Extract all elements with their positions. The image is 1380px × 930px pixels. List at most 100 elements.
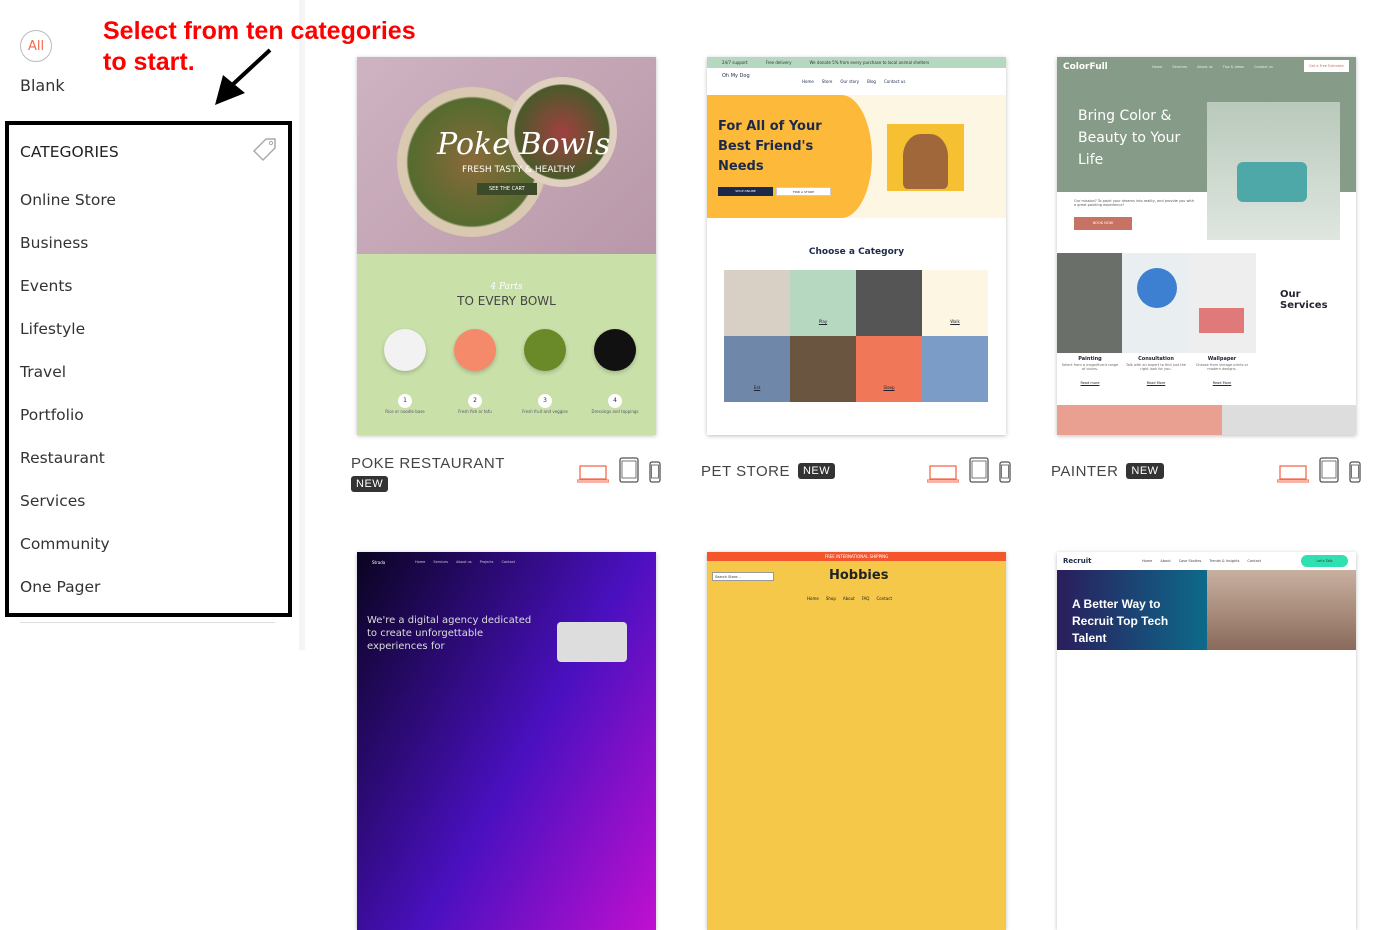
nav-item: Trends & Insights: [1209, 559, 1240, 563]
mobile-preview-icon[interactable]: [1349, 461, 1361, 483]
divider: [20, 622, 275, 623]
nav-item: Projects: [479, 560, 494, 564]
service-link: Read More: [1212, 381, 1232, 385]
category-tile: Eat: [724, 336, 790, 402]
logo: ColorFull: [1063, 62, 1108, 72]
estimate-cta: Get a Free Estimate: [1304, 60, 1349, 72]
annotation-arrow-icon: [215, 48, 272, 105]
find-store: FIND A STORE: [776, 187, 831, 196]
service-title: Consultation: [1138, 356, 1174, 362]
bowl-image: [594, 329, 636, 371]
nav-item: Services: [1172, 65, 1188, 69]
blank-template-link[interactable]: Blank: [20, 76, 65, 95]
hero-subtitle: FRESH TASTY & HEALTHY: [462, 165, 576, 175]
services-title: Our Services: [1280, 289, 1328, 311]
step-label: Rice or noodle base: [385, 409, 425, 414]
nav-item: Home: [415, 560, 426, 564]
nav-item: Services: [433, 560, 449, 564]
nav-item: Contact us: [883, 79, 906, 84]
topbar: FREE INTERNATIONAL SHIPPING: [707, 552, 1006, 561]
nav-item: Blog: [867, 79, 876, 84]
tablet-preview-icon[interactable]: [969, 457, 989, 483]
bowl-image: [384, 329, 426, 371]
topbar-item: Free delivery: [765, 60, 792, 65]
category-tile: Sleep: [856, 336, 922, 402]
category-restaurant[interactable]: Restaurant: [20, 449, 105, 467]
category-services[interactable]: Services: [20, 492, 85, 510]
tablet-preview-icon[interactable]: [619, 457, 639, 483]
category-tile: [856, 270, 922, 336]
hero-text: A Better Way to Recruit Top Tech Talent: [1072, 597, 1169, 645]
category-tile: [790, 336, 856, 402]
categories-panel: CATEGORIES Online Store Business Events Lif…: [5, 121, 292, 617]
tile-label: Eat: [753, 385, 761, 390]
nav-item: Home: [1142, 559, 1153, 563]
template-thumbnail[interactable]: FREE INTERNATIONAL SHIPPING Search Store…: [707, 552, 1006, 930]
section-title: TO EVERY BOWL: [457, 294, 556, 308]
step-label: Fresh fish or tofu: [458, 409, 492, 414]
shop-online: SHOP ONLINE: [718, 187, 773, 196]
nav-item: Contact: [876, 596, 893, 601]
service-desc: Select from a magnificent range of color…: [1061, 363, 1119, 371]
nav-item: Store: [821, 79, 833, 84]
new-badge: NEW: [1126, 463, 1164, 479]
step-number: 2: [468, 394, 482, 408]
bowl-image: [524, 329, 566, 371]
tile-label: Play: [818, 319, 828, 324]
category-one-pager[interactable]: One Pager: [20, 578, 100, 596]
desktop-preview-icon[interactable]: [927, 465, 959, 483]
category-travel[interactable]: Travel: [20, 363, 66, 381]
tile-label: Walk: [950, 319, 960, 324]
section-small: 4 Parts: [490, 282, 523, 292]
nav-item: FAQ: [861, 596, 870, 601]
nav-item: Contact: [501, 560, 516, 564]
categories-title: CATEGORIES: [20, 143, 119, 161]
template-thumbnail[interactable]: Strada Home Services About us Projects Conta…: [357, 552, 656, 930]
device-preview-icons: [577, 457, 661, 483]
desktop-preview-icon[interactable]: [1277, 465, 1309, 483]
template-name: PET STORE: [701, 463, 790, 480]
category-lifestyle[interactable]: Lifestyle: [20, 320, 85, 338]
book-now: BOOK NOW: [1074, 217, 1132, 230]
topbar-item: 24/7 support: [722, 60, 748, 65]
category-community[interactable]: Community: [20, 535, 110, 553]
mission: Our mission? To paint your dreams into r…: [1074, 199, 1194, 207]
template-thumbnail[interactable]: 24/7 support Free delivery We donate 5% fr…: [707, 57, 1006, 435]
tablet-preview-icon[interactable]: [1319, 457, 1339, 483]
step-label: Fresh fruit and veggies: [522, 409, 568, 414]
service-desc: Talk with an expert to find just the rig…: [1126, 363, 1186, 371]
search-box: Search Store...: [712, 572, 774, 581]
category-tile: [724, 270, 790, 336]
section-title: Choose a Category: [808, 247, 905, 257]
all-label: All: [27, 38, 45, 54]
category-business[interactable]: Business: [20, 234, 88, 252]
template-thumbnail[interactable]: Poke Bowls FRESH TASTY & HEALTHY SEE THE…: [357, 57, 656, 435]
nav-item: Our story: [840, 79, 860, 84]
step-number: 4: [608, 394, 622, 408]
mobile-preview-icon[interactable]: [999, 461, 1011, 483]
category-online-store[interactable]: Online Store: [20, 191, 116, 209]
category-events[interactable]: Events: [20, 277, 72, 295]
all-templates-button[interactable]: All: [20, 30, 52, 62]
template-thumbnail[interactable]: ColorFull Home Services About us Tips & Ide…: [1057, 57, 1356, 435]
nav-item: About us: [456, 560, 472, 564]
template-thumbnail[interactable]: Recruit Home About Case Studies Trends & In…: [1057, 552, 1356, 930]
hero-cta: SEE THE CART: [477, 183, 537, 195]
category-portfolio[interactable]: Portfolio: [20, 406, 84, 424]
hero-title: Bring Color & Beauty to Your Life: [1078, 108, 1181, 168]
lets-talk: Let's Talk: [1301, 555, 1348, 567]
nav-item: Contact us: [1254, 65, 1273, 69]
mobile-preview-icon[interactable]: [649, 461, 661, 483]
new-badge: NEW: [797, 463, 836, 479]
tile-label: Sleep: [883, 385, 895, 390]
nav-item: Home: [802, 79, 814, 84]
bowl-image: [454, 329, 496, 371]
service-desc: Choose from vintage prints or modern des…: [1195, 363, 1249, 371]
logo: Strada: [372, 560, 386, 565]
desktop-preview-icon[interactable]: [577, 465, 609, 483]
topbar-item: We donate 5% from every purchase to loca…: [809, 60, 930, 65]
nav-item: Contact: [1247, 559, 1262, 563]
logo: Hobbies: [829, 568, 889, 583]
logo: Recruit: [1063, 557, 1092, 565]
device-preview-icons: [927, 457, 1011, 483]
